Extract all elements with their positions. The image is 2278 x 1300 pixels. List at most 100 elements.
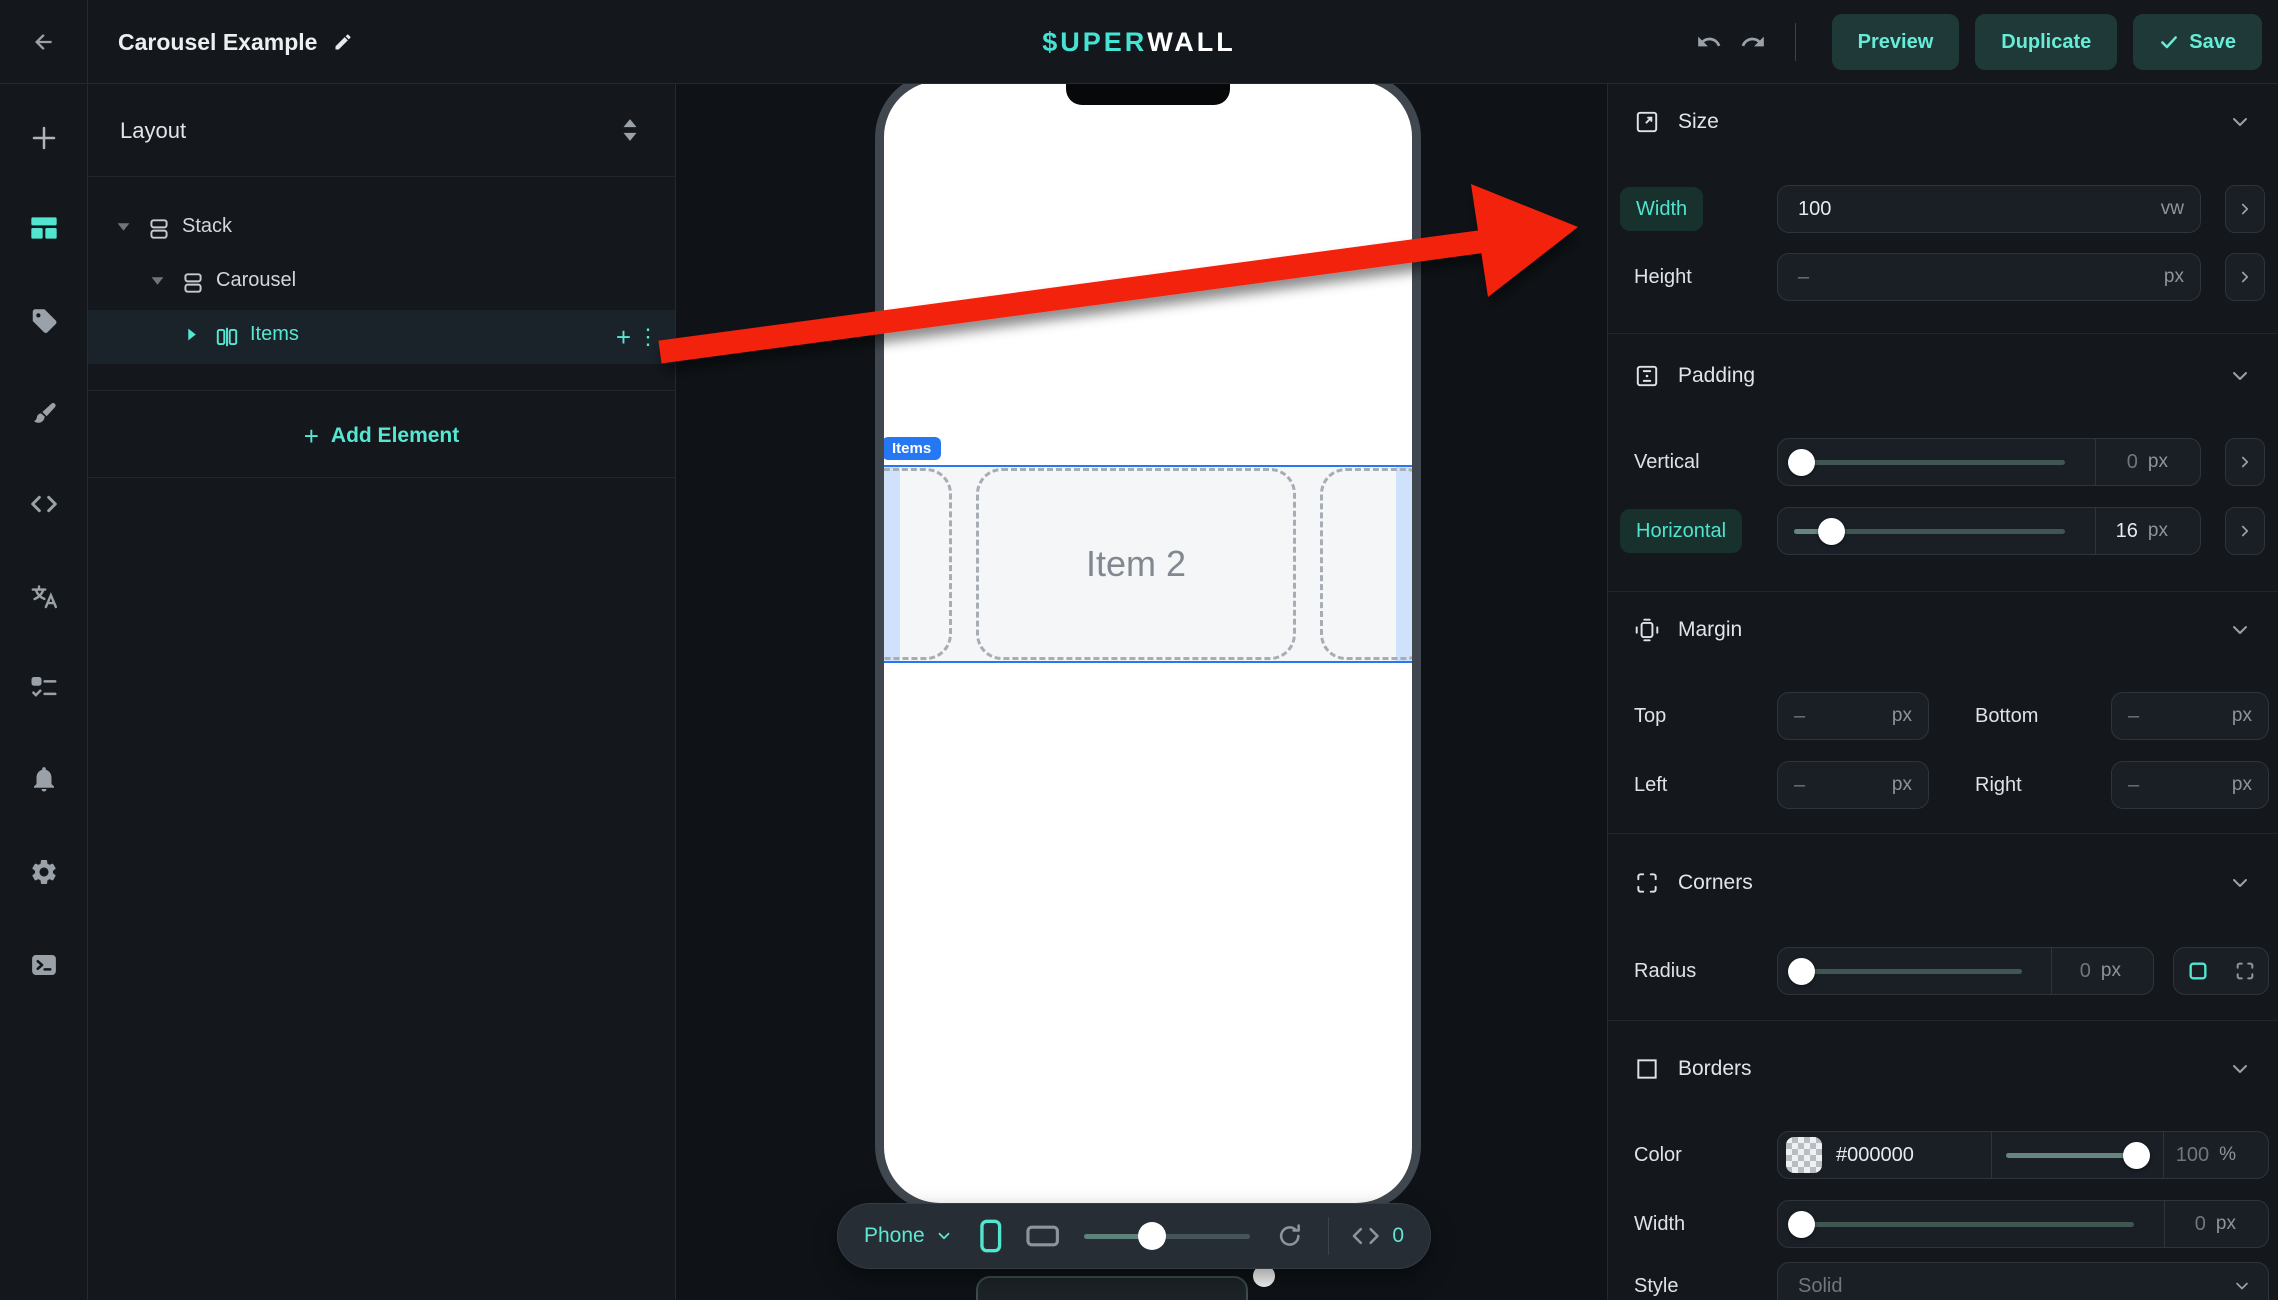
border-style-select[interactable]: Solid <box>1777 1262 2269 1300</box>
slider-track[interactable] <box>1794 969 2022 974</box>
tree-row-carousel[interactable]: Carousel <box>88 256 675 310</box>
chevron-down-icon <box>2232 1276 2252 1296</box>
chevron-down-icon[interactable] <box>2228 871 2252 895</box>
corners-section-header[interactable]: Corners <box>1634 861 1753 905</box>
size-section-header[interactable]: Size <box>1634 100 1719 144</box>
undo-button[interactable] <box>1687 20 1731 64</box>
duplicate-button[interactable]: Duplicate <box>1975 14 2117 70</box>
canvas[interactable]: Item 2 Items Phone <box>676 84 1607 1300</box>
add-button[interactable] <box>20 114 68 162</box>
chevron-down-icon[interactable] <box>2228 364 2252 388</box>
section-divider <box>1608 591 2278 592</box>
localization-tab[interactable] <box>20 573 68 621</box>
border-width-slider[interactable]: 0 px <box>1777 1200 2269 1248</box>
slider-thumb[interactable] <box>1788 1211 1815 1238</box>
carousel-item-label: Item 2 <box>1086 543 1186 585</box>
code-tab[interactable] <box>20 480 68 528</box>
vertical-padding-slider[interactable]: 0 px <box>1777 438 2201 486</box>
margin-left-value: – <box>1794 774 1892 797</box>
plus-icon: + <box>304 421 319 452</box>
width-expand-button[interactable] <box>2225 185 2265 233</box>
notifications-tab[interactable] <box>20 755 68 803</box>
sort-icon[interactable] <box>619 117 641 143</box>
collapse-arrow-icon[interactable] <box>150 273 165 288</box>
phone-screen[interactable]: Item 2 Items <box>884 84 1412 1203</box>
margin-right-label: Right <box>1975 761 2022 809</box>
save-button[interactable]: Save <box>2133 14 2262 70</box>
slider-thumb[interactable] <box>1788 449 1815 476</box>
selection-badge: Items <box>884 437 941 460</box>
margin-left-input[interactable]: – px <box>1777 761 1929 809</box>
gear-icon <box>29 857 59 887</box>
zoom-slider-thumb[interactable] <box>1138 1222 1166 1250</box>
items-selection-box[interactable]: Item 2 Items <box>884 465 1412 663</box>
margin-section-header[interactable]: Margin <box>1634 608 1742 652</box>
padding-section-header[interactable]: Padding <box>1634 354 1755 398</box>
layout-panel-header: Layout <box>88 84 675 177</box>
chevron-right-icon <box>2236 522 2254 540</box>
section-divider <box>1608 333 2278 334</box>
padding-section-title: Padding <box>1678 364 1755 388</box>
border-color-input[interactable]: #000000 100 % <box>1777 1131 2269 1179</box>
radius-value: 0 <box>2080 960 2091 983</box>
slider-track[interactable] <box>1794 460 2065 465</box>
radius-slider[interactable]: 0 px <box>1777 947 2154 995</box>
border-opacity-unit: % <box>2219 1144 2236 1166</box>
portrait-phone-icon[interactable] <box>979 1219 1003 1253</box>
uniform-radius-icon[interactable] <box>2187 960 2209 982</box>
height-label: Height <box>1634 253 1692 301</box>
settings-tab[interactable] <box>20 848 68 896</box>
horizontal-padding-label-chip[interactable]: Horizontal <box>1620 509 1742 553</box>
width-label-chip[interactable]: Width <box>1620 187 1703 231</box>
slider-thumb[interactable] <box>1788 958 1815 985</box>
border-color-value[interactable]: #000000 <box>1836 1144 1991 1167</box>
device-dropdown[interactable]: Phone <box>864 1224 953 1248</box>
height-input[interactable]: – px <box>1777 253 2201 301</box>
divider <box>88 390 675 391</box>
horizontal-padding-slider[interactable]: 16 px <box>1777 507 2201 555</box>
slider-thumb[interactable] <box>1818 518 1845 545</box>
code-brackets-icon[interactable] <box>1351 1224 1380 1248</box>
tree-row-stack[interactable]: Stack <box>88 202 675 256</box>
margin-right-input[interactable]: – px <box>2111 761 2269 809</box>
preview-button[interactable]: Preview <box>1832 14 1960 70</box>
opacity-slider-thumb[interactable] <box>2123 1142 2150 1169</box>
margin-left-label: Left <box>1634 761 1667 809</box>
borders-section-header[interactable]: Borders <box>1634 1047 1752 1091</box>
layout-tab[interactable] <box>20 204 68 252</box>
individual-corners-icon[interactable] <box>2234 960 2256 982</box>
chevron-down-icon[interactable] <box>2228 618 2252 642</box>
vertical-padding-expand-button[interactable] <box>2225 438 2265 486</box>
translate-icon <box>29 582 59 612</box>
zoom-slider[interactable] <box>1084 1222 1251 1250</box>
rules-tab[interactable] <box>20 663 68 711</box>
redo-button[interactable] <box>1731 20 1775 64</box>
landscape-phone-icon[interactable] <box>1026 1224 1059 1248</box>
tree-row-items[interactable]: Items + ⋮ <box>88 310 675 364</box>
width-unit[interactable]: vw <box>2161 198 2184 220</box>
console-tab[interactable] <box>20 941 68 989</box>
code-icon <box>28 488 60 520</box>
add-element-button[interactable]: + Add Element <box>88 396 675 476</box>
products-tab[interactable] <box>20 297 68 345</box>
horizontal-padding-expand-button[interactable] <box>2225 507 2265 555</box>
corner-mode-toggle <box>2173 947 2269 995</box>
chevron-down-icon[interactable] <box>2228 1057 2252 1081</box>
carousel-item-current[interactable]: Item 2 <box>976 468 1296 660</box>
theme-tab[interactable] <box>20 389 68 437</box>
margin-top-label: Top <box>1634 692 1666 740</box>
height-unit[interactable]: px <box>2164 266 2184 288</box>
refresh-icon[interactable] <box>1276 1222 1303 1250</box>
width-input[interactable]: 100 vw <box>1777 185 2201 233</box>
add-child-icon[interactable]: + <box>616 323 631 351</box>
expand-arrow-icon[interactable] <box>184 327 199 342</box>
kebab-menu-icon[interactable]: ⋮ <box>637 323 659 351</box>
carousel-item-previous <box>884 468 952 660</box>
collapse-arrow-icon[interactable] <box>116 219 131 234</box>
slider-track[interactable] <box>1794 1222 2134 1227</box>
margin-bottom-input[interactable]: – px <box>2111 692 2269 740</box>
chevron-down-icon[interactable] <box>2228 110 2252 134</box>
height-expand-button[interactable] <box>2225 253 2265 301</box>
color-swatch[interactable] <box>1786 1137 1822 1173</box>
margin-top-input[interactable]: – px <box>1777 692 1929 740</box>
